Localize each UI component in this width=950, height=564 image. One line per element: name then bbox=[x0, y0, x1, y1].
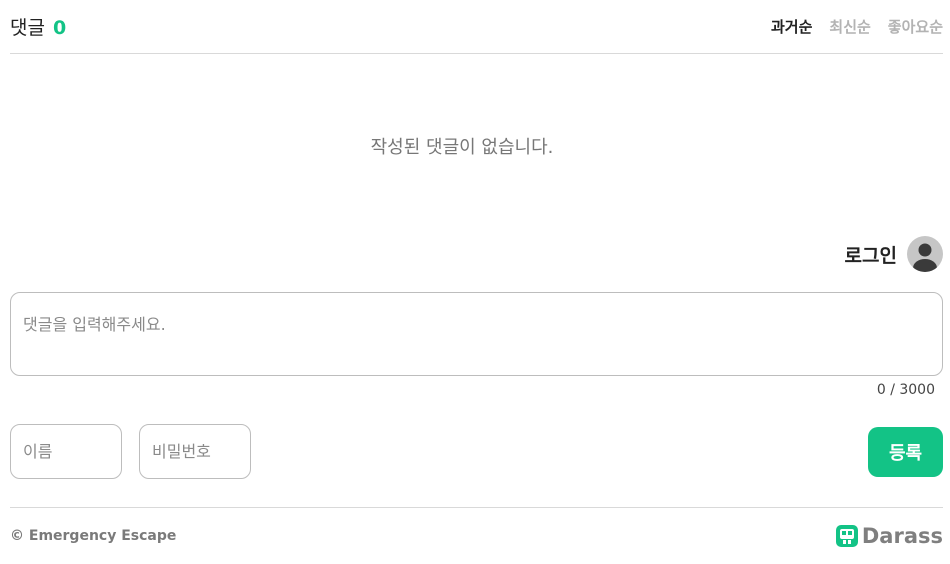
login-row[interactable]: 로그인 bbox=[845, 236, 943, 272]
sort-tab-newest[interactable]: 최신순 bbox=[829, 16, 870, 37]
copyright-text: © Emergency Escape bbox=[10, 528, 177, 544]
comments-heading: 댓글 0 bbox=[10, 13, 66, 40]
footer: © Emergency Escape Darass bbox=[10, 507, 943, 564]
comment-widget: 댓글 0 과거순 최신순 좋아요순 작성된 댓글이 없습니다. 로그인 0 / … bbox=[0, 0, 950, 564]
password-field[interactable] bbox=[139, 424, 251, 479]
char-counter: 0 / 3000 bbox=[876, 382, 935, 398]
sort-tab-likes[interactable]: 좋아요순 bbox=[888, 16, 943, 37]
comment-input[interactable] bbox=[10, 292, 943, 376]
login-button[interactable]: 로그인 bbox=[845, 241, 897, 268]
darass-logo-icon bbox=[835, 525, 858, 547]
submit-button[interactable]: 등록 bbox=[868, 427, 943, 477]
user-avatar-icon[interactable] bbox=[907, 236, 943, 272]
brand-link[interactable]: Darass bbox=[835, 524, 943, 548]
comments-header: 댓글 0 과거순 최신순 좋아요순 bbox=[10, 0, 943, 54]
name-field[interactable] bbox=[10, 424, 122, 479]
brand-name: Darass bbox=[861, 524, 943, 548]
comments-count: 0 bbox=[52, 17, 67, 39]
sort-tab-oldest[interactable]: 과거순 bbox=[771, 16, 812, 37]
comments-title: 댓글 bbox=[10, 17, 45, 39]
sort-tabs: 과거순 최신순 좋아요순 bbox=[771, 16, 943, 37]
empty-comments-message: 작성된 댓글이 없습니다. bbox=[370, 137, 554, 158]
